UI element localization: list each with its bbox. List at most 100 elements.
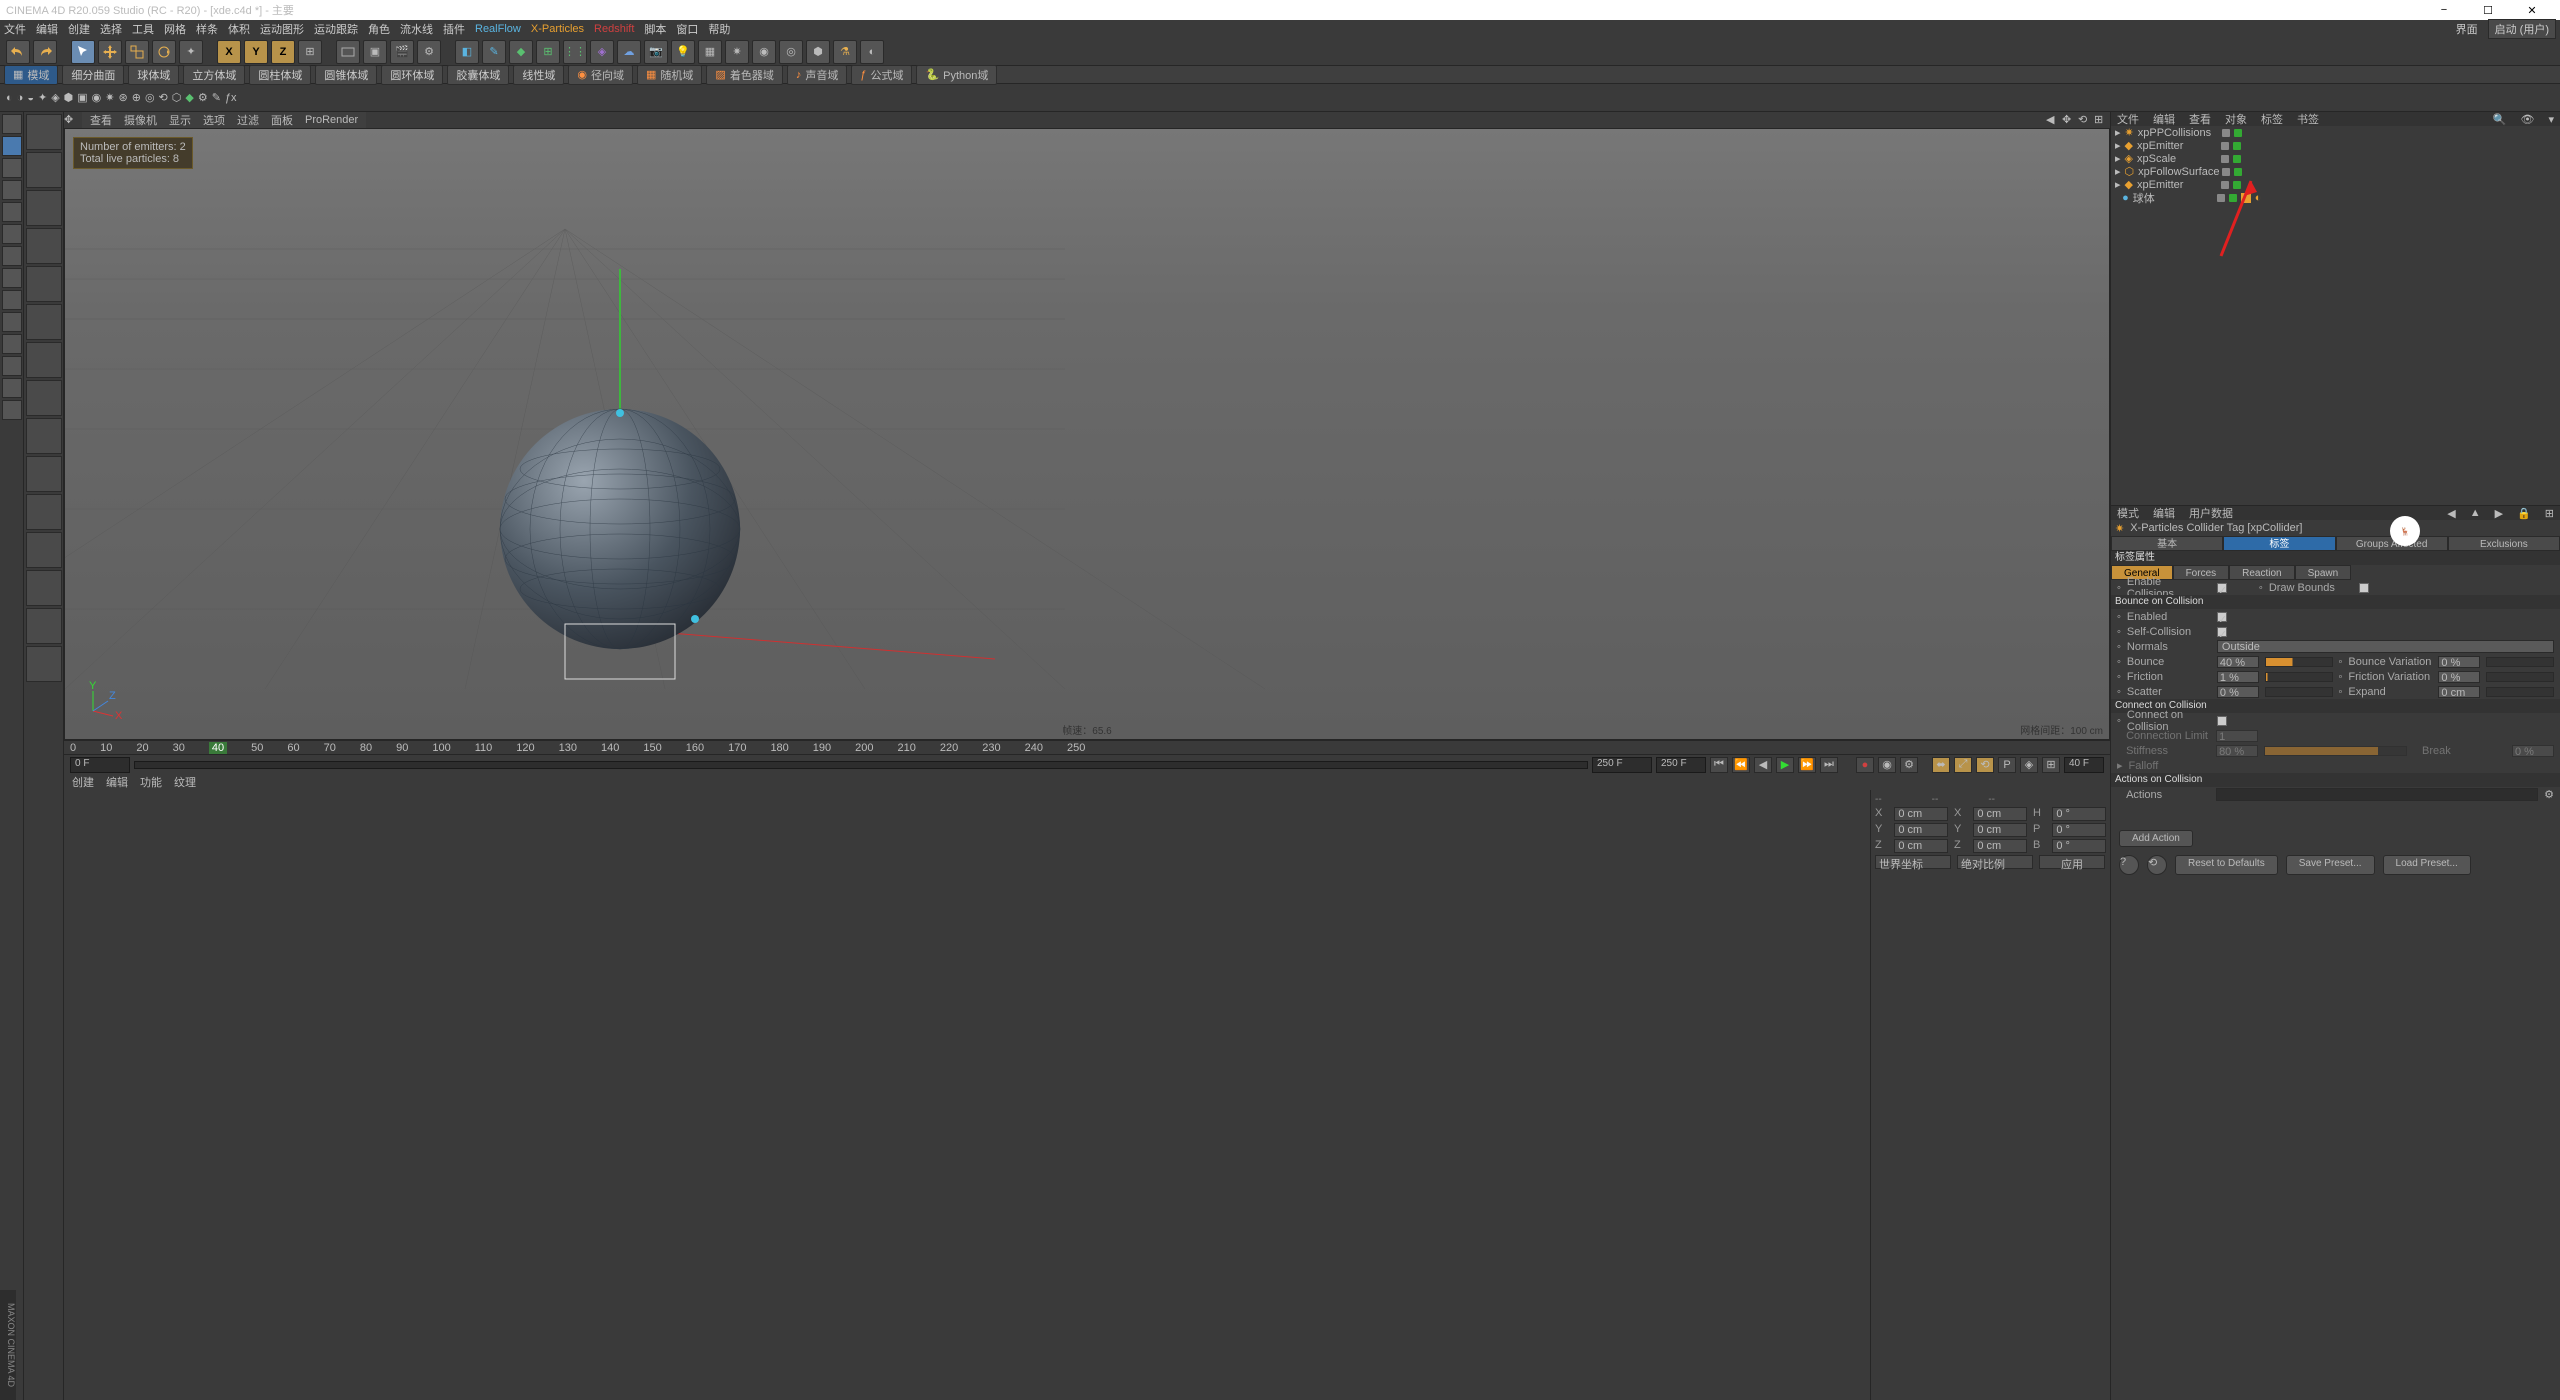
menu-tools[interactable]: 工具 [132, 21, 154, 37]
lt-model-mode[interactable] [2, 136, 22, 156]
friction-field[interactable]: 1 % [2217, 671, 2259, 683]
tab-basic[interactable]: 基本 [2111, 536, 2223, 551]
reset-icon[interactable]: ⟲ [2147, 855, 2167, 875]
bounce-var-slider[interactable] [2486, 657, 2554, 667]
om-object[interactable]: 对象 [2225, 111, 2247, 127]
coord-mode-1[interactable]: 世界坐标 [1875, 855, 1951, 869]
menu-plugins[interactable]: 插件 [443, 21, 465, 37]
chip-torus-field[interactable]: 圆环体域 [381, 65, 443, 85]
menu-mesh[interactable]: 网格 [164, 21, 186, 37]
menu-create[interactable]: 创建 [68, 21, 90, 37]
expand-slider[interactable] [2486, 687, 2554, 697]
vp-tab-options[interactable]: 选项 [203, 112, 225, 128]
bounce-var-field[interactable]: 0 % [2438, 656, 2480, 668]
icon-k[interactable]: ⊕ [132, 91, 141, 104]
enable-collisions-chk[interactable]: ✓ [2217, 583, 2227, 593]
window-max-button[interactable]: ☐ [2466, 0, 2510, 20]
attr-menu-icon[interactable]: ⊞ [2545, 507, 2554, 520]
icon-m[interactable]: ⟲ [159, 91, 168, 104]
icon-h[interactable]: ◉ [92, 91, 102, 104]
icon-b[interactable]: ◑ [17, 92, 24, 104]
vp-tab-view[interactable]: 查看 [90, 112, 112, 128]
icon-j[interactable]: ⊛ [119, 91, 128, 104]
menu-mograph[interactable]: 运动图形 [260, 21, 304, 37]
render-settings[interactable]: ⚙ [417, 40, 441, 64]
om-search-icon[interactable]: 🔍 [2493, 113, 2507, 126]
bounce-slider[interactable] [2265, 657, 2333, 667]
coord-mode-2[interactable]: 绝对比例 [1957, 855, 2033, 869]
bt-edit[interactable]: 编辑 [106, 774, 128, 790]
object-manager[interactable]: ▸✷xpPPCollisions ▸◆xpEmitter ▸◈xpScale ▸… [2111, 126, 2560, 506]
y-axis-lock[interactable]: Y [244, 40, 268, 64]
st-11[interactable] [26, 494, 62, 530]
rot-b[interactable]: 0 ° [2052, 839, 2106, 853]
menu-spline[interactable]: 样条 [196, 21, 218, 37]
k-pla[interactable]: ◈ [2020, 757, 2038, 773]
lt-misc3[interactable] [2, 378, 22, 398]
om-tags[interactable]: 标签 [2261, 111, 2283, 127]
chip-formula-field[interactable]: ƒ 公式域 [851, 65, 912, 85]
st-2[interactable] [26, 152, 62, 188]
xp-other[interactable]: ⚗ [833, 40, 857, 64]
reset-defaults-button[interactable]: Reset to Defaults [2175, 855, 2278, 875]
st-13[interactable] [26, 570, 62, 606]
obj-scale[interactable]: ▸◈xpScale [2111, 152, 2560, 165]
lt-workplane[interactable] [2, 180, 22, 200]
icon-l[interactable]: ◎ [145, 91, 155, 104]
chip-cylinder-field[interactable]: 圆柱体域 [249, 65, 311, 85]
record-key[interactable]: ● [1856, 757, 1874, 773]
attr-lock-icon[interactable]: 🔒 [2517, 507, 2531, 520]
chip-sound-field[interactable]: ♪ 声音域 [787, 65, 848, 85]
scale-tool[interactable] [125, 40, 149, 64]
coord-system[interactable]: ⊞ [298, 40, 322, 64]
icon-p[interactable]: ⚙ [198, 91, 208, 104]
obj-xppp[interactable]: ▸✷xpPPCollisions [2111, 126, 2560, 139]
play-back[interactable]: ◀ [1754, 757, 1772, 773]
xp-mod[interactable]: ◉ [752, 40, 776, 64]
tab-exclusions[interactable]: Exclusions [2448, 536, 2560, 551]
icon-d[interactable]: ✦ [38, 91, 47, 104]
vp-tab-filter[interactable]: 过滤 [237, 112, 259, 128]
st-4[interactable] [26, 228, 62, 264]
icon-o[interactable]: ◆ [185, 91, 193, 104]
normals-dropdown[interactable]: Outside [2217, 640, 2554, 653]
st-15[interactable] [26, 646, 62, 682]
chip-python-field[interactable]: 🐍 Python域 [916, 65, 997, 85]
bt-tex[interactable]: 纹理 [174, 774, 196, 790]
x-axis-lock[interactable]: X [217, 40, 241, 64]
om-filter-icon[interactable]: ▾ [2548, 113, 2554, 126]
attr-userdata[interactable]: 用户数据 [2189, 505, 2233, 521]
render-pv[interactable]: 🎬 [390, 40, 414, 64]
render-view[interactable] [336, 40, 360, 64]
st-14[interactable] [26, 608, 62, 644]
menu-select[interactable]: 选择 [100, 21, 122, 37]
om-file[interactable]: 文件 [2117, 111, 2139, 127]
light[interactable]: 💡 [671, 40, 695, 64]
st-12[interactable] [26, 532, 62, 568]
apply-button[interactable]: 应用 [2039, 855, 2105, 869]
lt-poly-mode[interactable] [2, 246, 22, 266]
pos-y[interactable]: 0 cm [1894, 823, 1948, 837]
k-scale[interactable]: ⤢ [1954, 757, 1972, 773]
icon-g[interactable]: ▣ [77, 91, 87, 104]
deformer[interactable]: ◈ [590, 40, 614, 64]
menu-script[interactable]: 脚本 [644, 21, 666, 37]
generator[interactable]: ◆ [509, 40, 533, 64]
help-icon[interactable]: ? [2119, 855, 2139, 875]
st-9[interactable] [26, 418, 62, 454]
frame-end2[interactable]: 250 F [1656, 757, 1706, 773]
icon-a[interactable]: ◐ [6, 92, 13, 104]
actions-gear-icon[interactable]: ⚙ [2544, 788, 2554, 801]
z-axis-lock[interactable]: Z [271, 40, 295, 64]
size-z[interactable]: 0 cm [1973, 839, 2027, 853]
k-param[interactable]: P [1998, 757, 2016, 773]
vp-tab-display[interactable]: 显示 [169, 112, 191, 128]
redo-button[interactable] [33, 40, 57, 64]
bounce-field[interactable]: 40 % [2217, 656, 2259, 668]
window-min-button[interactable]: − [2422, 0, 2466, 20]
chip-sds[interactable]: 细分曲面 [62, 65, 124, 85]
xp-dyn[interactable]: ⬢ [806, 40, 830, 64]
key-opts[interactable]: ⚙ [1900, 757, 1918, 773]
enabled-chk[interactable]: ✓ [2217, 612, 2227, 622]
load-preset-button[interactable]: Load Preset... [2383, 855, 2471, 875]
